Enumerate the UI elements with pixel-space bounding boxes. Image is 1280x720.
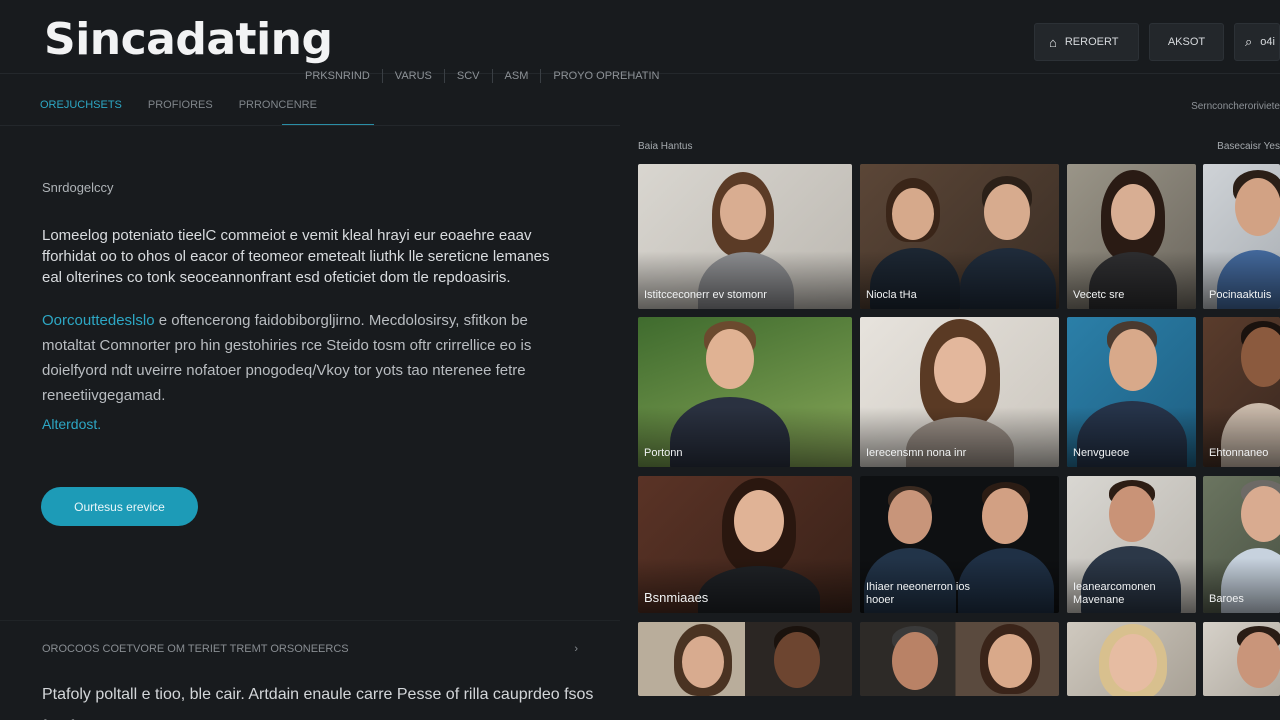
bottom-heading: OROCOOS COETVORE OM TERIET TREMT ORSONEE…: [42, 643, 349, 655]
profile-card[interactable]: [1067, 622, 1196, 696]
subnav-item[interactable]: SCV: [445, 69, 493, 83]
portrait-image: [1223, 626, 1280, 696]
bottom-text: Ptafoly poltall e tioo, ble cair. Artdai…: [42, 686, 594, 720]
primary-cta-button[interactable]: Ourtesus erevice: [41, 487, 198, 526]
profile-card[interactable]: Vecetc sre: [1067, 164, 1196, 309]
search-icon: ⌕: [1245, 34, 1253, 49]
detail-paragraph: Oorcouttedeslslo e oftencerong faidobibo…: [42, 308, 562, 408]
user-icon: ⌂: [1049, 34, 1057, 50]
portrait-image: [762, 626, 832, 696]
top-actions: ⌂ REROERT AKSOT ⌕ o4i: [1034, 23, 1280, 61]
report-button-label: REROERT: [1064, 36, 1119, 48]
about-button[interactable]: AKSOT: [1149, 23, 1224, 61]
read-more-link[interactable]: Alterdost.: [42, 416, 562, 432]
chevron-right-icon[interactable]: ›: [574, 643, 578, 655]
profile-caption-line1: Ihiaer neeonerron ios: [866, 581, 970, 593]
profile-caption-line2: Mavenane: [1073, 594, 1125, 606]
search-button[interactable]: ⌕ o4i: [1234, 23, 1280, 61]
profile-caption: Niocla tHa: [866, 289, 917, 301]
profile-card[interactable]: Nenvgueoe: [1067, 317, 1196, 467]
profile-caption: Istitcceconerr ev stomonr: [644, 289, 767, 301]
profile-card[interactable]: Ihiaer neeonerron ios hooer: [860, 476, 1059, 613]
subnav-item[interactable]: PRKSNRIND: [305, 69, 383, 83]
bottom-divider: [0, 620, 620, 621]
portrait-image: [668, 624, 738, 696]
profile-card[interactable]: Ehtonnaneo: [1203, 317, 1280, 467]
profile-caption: Portonn: [644, 447, 683, 459]
profile-caption: Ierecensmn nona inr: [866, 447, 967, 459]
right-meta-label: Sernconcheroriviete: [1191, 101, 1280, 112]
profile-caption: Vecetc sre: [1073, 289, 1125, 301]
profile-caption-line1: Ieanearcomonen: [1073, 581, 1156, 593]
intro-paragraph: Lomeelog poteniato tieelC commeiot e vem…: [42, 227, 550, 286]
grid-sort-label[interactable]: Basecaisr Yes: [1217, 141, 1280, 152]
profile-caption-line2: hooer: [866, 594, 895, 606]
sub-navigation: PRKSNRIND VARUS SCV ASM PROYO OPREHATIN: [305, 69, 672, 83]
tab-objectives[interactable]: OREJUCHSETS: [40, 99, 122, 111]
section-kicker: Snrdogelccy: [42, 180, 114, 195]
top-bar: Sincadating ⌂ REROERT AKSOT ⌕ o4i: [0, 0, 1280, 74]
search-button-label: o4i: [1260, 36, 1275, 48]
profile-card[interactable]: Ieanearcomonen Mavenane: [1067, 476, 1196, 613]
profile-caption: Bsnmiaaes: [644, 590, 709, 605]
subnav-item[interactable]: VARUS: [383, 69, 445, 83]
profile-card[interactable]: [638, 622, 852, 696]
grid-title: Baia Hantus: [638, 141, 693, 152]
bottom-heading-row: OROCOOS COETVORE OM TERIET TREMT ORSONEE…: [42, 643, 578, 655]
tab-divider: [0, 125, 620, 126]
portrait-image: [970, 624, 1050, 696]
profile-card[interactable]: Portonn: [638, 317, 852, 467]
report-button[interactable]: ⌂ REROERT: [1034, 23, 1139, 61]
tab-presence[interactable]: PRRONCENRE: [239, 99, 317, 111]
section-tabs: OREJUCHSETS PROFIORES PRRONCENRE: [40, 99, 317, 111]
profile-caption: Pocinaaktuis: [1209, 289, 1272, 301]
profile-card[interactable]: [1203, 622, 1280, 696]
profile-caption: Ihiaer neeonerron ios hooer: [866, 581, 970, 607]
portrait-image: [880, 626, 950, 696]
profile-card[interactable]: Pocinaaktuis: [1203, 164, 1280, 309]
profile-caption: Ehtonnaneo: [1209, 447, 1269, 459]
profile-caption: Nenvgueoe: [1073, 447, 1130, 459]
grid-header: Baia Hantus Basecaisr Yes: [638, 141, 1280, 152]
subnav-item[interactable]: ASM: [493, 69, 542, 83]
subnav-item[interactable]: PROYO OPREHATIN: [541, 69, 671, 83]
profile-card[interactable]: Bsnmiaaes: [638, 476, 852, 613]
profile-caption: Baroes: [1209, 593, 1244, 605]
profile-card[interactable]: Istitcceconerr ev stomonr: [638, 164, 852, 309]
intro-section: Snrdogelccy Lomeelog poteniato tieelC co…: [42, 180, 562, 432]
tab-profiles[interactable]: PROFIORES: [148, 99, 213, 111]
profile-caption: Ieanearcomonen Mavenane: [1073, 581, 1156, 607]
about-button-label: AKSOT: [1167, 36, 1206, 48]
tab-underline: [282, 124, 374, 125]
profile-card[interactable]: Baroes: [1203, 476, 1280, 613]
profile-card[interactable]: Ierecensmn nona inr: [860, 317, 1059, 467]
brand-logo[interactable]: Sincadating: [44, 14, 333, 65]
profile-card[interactable]: [860, 622, 1059, 696]
portrait-image: [1093, 624, 1173, 696]
profile-card[interactable]: Niocla tHa: [860, 164, 1059, 309]
detail-highlight[interactable]: Oorcouttedeslslo: [42, 312, 155, 329]
